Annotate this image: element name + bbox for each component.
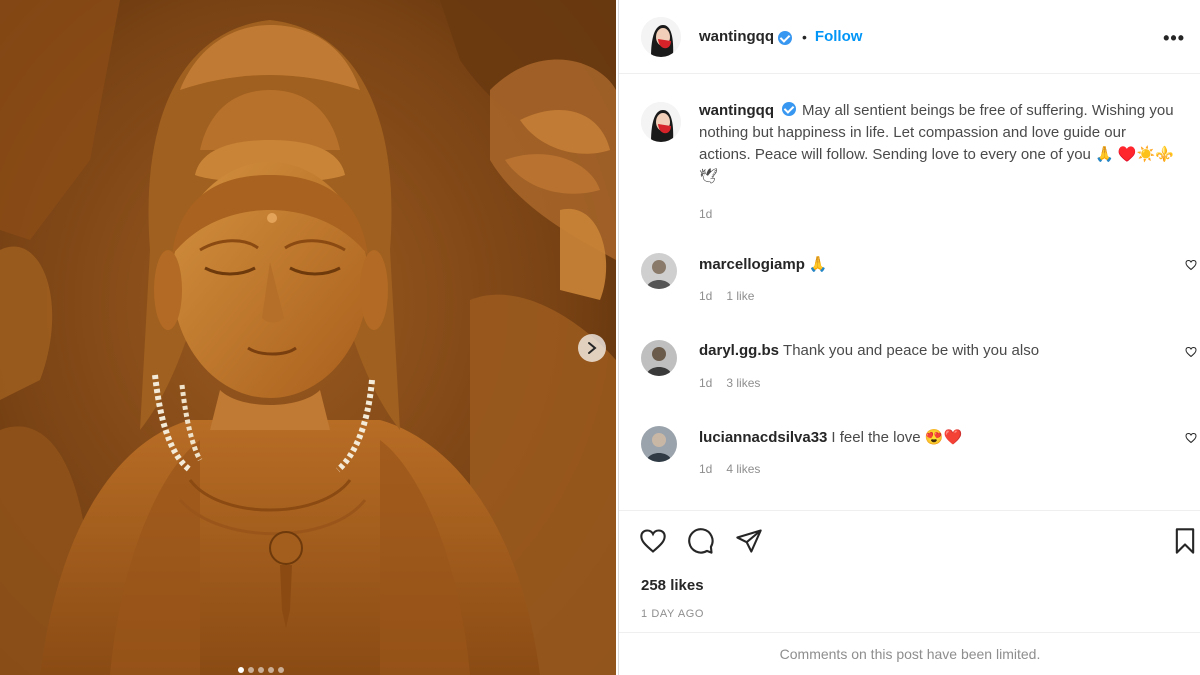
comment-likes[interactable]: 4 likes — [726, 462, 760, 476]
comments-limited-notice: Comments on this post have been limited. — [619, 632, 1200, 675]
comment-likes[interactable]: 1 like — [726, 289, 754, 303]
commenter-avatar-image — [641, 340, 677, 376]
author-avatar-image — [641, 16, 681, 57]
carousel-dot — [268, 667, 274, 673]
comments-limited-text: Comments on this post have been limited. — [779, 646, 1041, 662]
author-avatar[interactable] — [641, 16, 681, 57]
comment-body: 🙏 — [808, 256, 828, 273]
commenter-avatar-image — [641, 426, 677, 462]
comment-item: marcellogiamp 🙏 1d 1 like — [641, 253, 1197, 317]
comment-like-heart-icon[interactable] — [1185, 259, 1197, 271]
carousel-dot — [278, 667, 284, 673]
commenter-username[interactable]: luciannacdsilva33 — [699, 429, 827, 446]
heart-icon[interactable] — [639, 527, 667, 555]
comment-meta: 1d 4 likes — [699, 462, 760, 476]
post-actions — [619, 510, 1200, 570]
share-icon[interactable] — [735, 527, 763, 555]
commenter-username[interactable]: marcellogiamp — [699, 256, 805, 273]
verified-badge-icon — [782, 102, 796, 116]
carousel-indicator — [238, 667, 284, 673]
post-header: wantingqq • Follow ••• — [619, 0, 1200, 74]
comment-meta: 1d 3 likes — [699, 376, 760, 390]
post-side-panel: wantingqq • Follow ••• wantingqq May all … — [618, 0, 1200, 675]
comment-time: 1d — [699, 462, 713, 476]
commenter-username[interactable]: daryl.gg.bs — [699, 342, 779, 359]
comment-text: daryl.gg.bs Thank you and peace be with y… — [699, 342, 1039, 359]
comment-likes[interactable]: 3 likes — [726, 376, 760, 390]
post-caption: wantingqq May all sentient beings be free… — [641, 100, 1181, 188]
bookmark-icon[interactable] — [1171, 527, 1199, 555]
carousel-next-button[interactable] — [578, 334, 606, 362]
comment-like-heart-icon[interactable] — [1185, 432, 1197, 444]
comment-time: 1d — [699, 376, 713, 390]
likes-count[interactable]: 258 likes — [641, 577, 704, 594]
statue-image — [0, 0, 616, 675]
caption-time: 1d — [699, 207, 713, 221]
comment-text: luciannacdsilva33 I feel the love 😍❤️ — [699, 428, 962, 446]
caption-text: wantingqq May all sentient beings be free… — [699, 100, 1181, 188]
post-media[interactable] — [0, 0, 616, 675]
carousel-dot — [238, 667, 244, 673]
header-separator: • — [802, 28, 807, 45]
carousel-dot — [248, 667, 254, 673]
commenter-avatar[interactable] — [641, 253, 677, 289]
author-username[interactable]: wantingqq — [699, 28, 774, 45]
comment-meta: 1d 1 like — [699, 289, 754, 303]
comment-like-heart-icon[interactable] — [1185, 346, 1197, 358]
comment-icon[interactable] — [687, 527, 715, 555]
comment-body: Thank you and peace be with you also — [783, 342, 1040, 359]
comment-time: 1d — [699, 289, 713, 303]
chevron-right-icon — [588, 342, 597, 354]
verified-badge-icon — [778, 30, 792, 45]
commenter-avatar[interactable] — [641, 340, 677, 376]
follow-button[interactable]: Follow — [815, 28, 863, 45]
comment-item: daryl.gg.bs Thank you and peace be with y… — [641, 340, 1197, 404]
comment-body: I feel the love 😍❤️ — [831, 429, 963, 446]
caption-avatar-image — [641, 102, 681, 142]
comment-text: marcellogiamp 🙏 — [699, 255, 828, 273]
comment-item: luciannacdsilva33 I feel the love 😍❤️ 1d 4… — [641, 426, 1197, 490]
more-options-icon[interactable]: ••• — [1163, 28, 1185, 49]
commenter-avatar[interactable] — [641, 426, 677, 462]
carousel-dot — [258, 667, 264, 673]
post-timestamp: 1 DAY AGO — [641, 608, 705, 620]
caption-username[interactable]: wantingqq — [699, 102, 774, 119]
commenter-avatar-image — [641, 253, 677, 289]
caption-avatar[interactable] — [641, 102, 681, 142]
